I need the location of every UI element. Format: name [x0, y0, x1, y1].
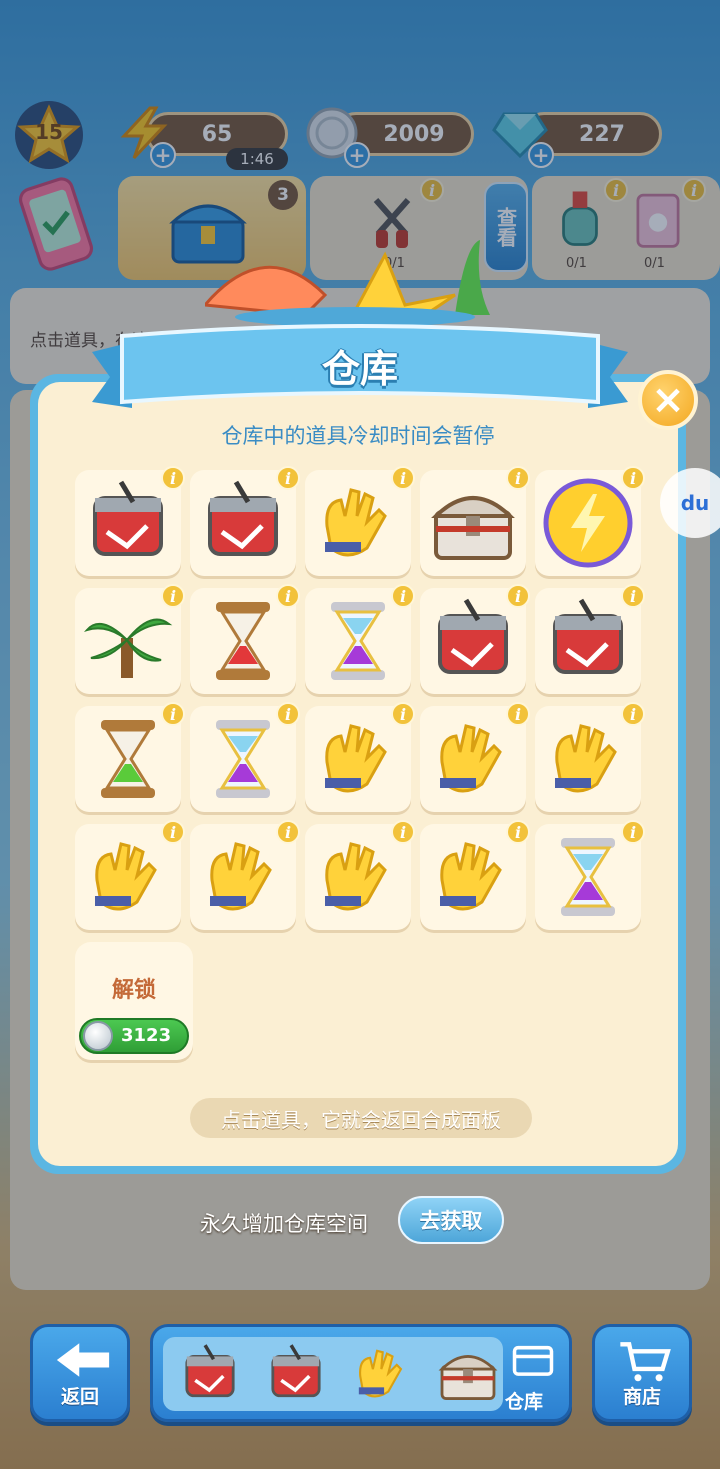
info-icon[interactable]: i	[276, 466, 300, 490]
storage-slot[interactable]: i	[305, 584, 415, 694]
info-icon[interactable]: i	[621, 820, 645, 844]
storage-slot[interactable]: i	[420, 820, 530, 930]
storage-slot[interactable]: i	[190, 702, 300, 812]
info-icon[interactable]: i	[506, 820, 530, 844]
purple-hourglass-icon	[561, 838, 615, 916]
treasure-chest-icon[interactable]	[435, 1341, 501, 1407]
back-button[interactable]: 返回	[30, 1324, 130, 1422]
gloves-icon	[210, 842, 272, 911]
storage-slot[interactable]: i	[535, 820, 645, 930]
storage-slot[interactable]: i	[420, 584, 530, 694]
gloves-icon	[325, 842, 387, 911]
storage-slot[interactable]: i	[420, 466, 530, 576]
info-icon[interactable]: i	[621, 702, 645, 726]
storage-box-icon	[512, 1345, 554, 1376]
shop-button[interactable]: 商店	[592, 1324, 692, 1422]
shopping-cart-icon	[620, 1342, 671, 1382]
info-icon[interactable]: i	[161, 466, 185, 490]
silver-coin-icon	[83, 1021, 113, 1051]
gloves-icon	[325, 724, 387, 793]
storage-slot[interactable]: i	[75, 584, 185, 694]
footer-tip: 点击道具，它就会返回合成面板	[190, 1098, 532, 1138]
storage-slot[interactable]: i	[75, 820, 185, 930]
expand-storage-text: 永久增加仓库空间	[200, 1212, 368, 1236]
info-icon[interactable]: i	[506, 466, 530, 490]
storage-slot[interactable]: i	[190, 584, 300, 694]
quick-item-tray: 仓库	[150, 1324, 572, 1422]
gloves-icon	[440, 842, 502, 911]
red-hourglass-icon	[216, 602, 270, 680]
gloves-icon	[95, 842, 157, 911]
storage-slot[interactable]: i	[305, 702, 415, 812]
paint-bucket-icon	[208, 480, 278, 556]
storage-slot[interactable]: i	[190, 820, 300, 930]
info-icon[interactable]: i	[506, 702, 530, 726]
info-icon[interactable]: i	[391, 584, 415, 608]
info-icon[interactable]: i	[276, 702, 300, 726]
info-icon[interactable]: i	[391, 702, 415, 726]
purple-hourglass-icon	[216, 720, 270, 798]
shop-label: 商店	[622, 1386, 661, 1408]
storage-slot[interactable]: i	[305, 820, 415, 930]
storage-slot[interactable]: i	[420, 702, 530, 812]
paint-bucket-icon	[93, 480, 163, 556]
get-more-space-button[interactable]: 去获取	[398, 1196, 504, 1244]
info-icon[interactable]: i	[276, 820, 300, 844]
info-icon[interactable]: i	[276, 584, 300, 608]
paint-bucket-icon	[438, 598, 508, 674]
energy-orb-icon	[543, 478, 633, 568]
seashell-decoration-icon	[205, 240, 490, 327]
storage-label[interactable]: 仓库	[505, 1387, 543, 1414]
back-arrow-icon	[56, 1343, 110, 1377]
info-icon[interactable]: i	[391, 466, 415, 490]
modal-subtitle: 仓库中的道具冷却时间会暂停	[221, 424, 495, 448]
storage-slot[interactable]: i	[535, 584, 645, 694]
close-icon: ×	[651, 377, 685, 423]
info-icon[interactable]: i	[161, 584, 185, 608]
gloves-icon[interactable]	[349, 1341, 415, 1407]
info-icon[interactable]: i	[621, 466, 645, 490]
baidu-label: du	[680, 491, 710, 515]
storage-slot[interactable]: i	[535, 702, 645, 812]
gloves-icon	[555, 724, 617, 793]
unlock-price: 3123	[121, 1025, 172, 1046]
storage-slot[interactable]: i	[75, 466, 185, 576]
palm-plant-icon	[83, 618, 173, 678]
gloves-icon	[440, 724, 502, 793]
storage-slot[interactable]: i	[305, 466, 415, 576]
treasure-chest-icon	[431, 496, 515, 560]
unlock-label: 解锁	[111, 978, 156, 1003]
modal-title: 仓库	[321, 347, 398, 391]
info-icon[interactable]: i	[161, 820, 185, 844]
back-label: 返回	[60, 1386, 99, 1408]
storage-slot[interactable]: i	[190, 466, 300, 576]
gloves-icon	[325, 488, 387, 557]
unlock-slot-button[interactable]: 解锁 3123	[75, 942, 193, 1060]
info-icon[interactable]: i	[161, 702, 185, 726]
info-icon[interactable]: i	[506, 584, 530, 608]
paint-bucket-icon	[553, 598, 623, 674]
storage-slot[interactable]: i	[75, 702, 185, 812]
tray-slots	[163, 1337, 503, 1411]
purple-hourglass-icon	[331, 602, 385, 680]
paint-bucket-icon[interactable]	[263, 1341, 329, 1407]
unlock-price-button[interactable]: 3123	[79, 1018, 189, 1054]
paint-bucket-icon[interactable]	[177, 1341, 243, 1407]
info-icon[interactable]: i	[621, 584, 645, 608]
storage-slot[interactable]: i	[535, 466, 645, 576]
green-hourglass-icon	[101, 720, 155, 798]
info-icon[interactable]: i	[391, 820, 415, 844]
